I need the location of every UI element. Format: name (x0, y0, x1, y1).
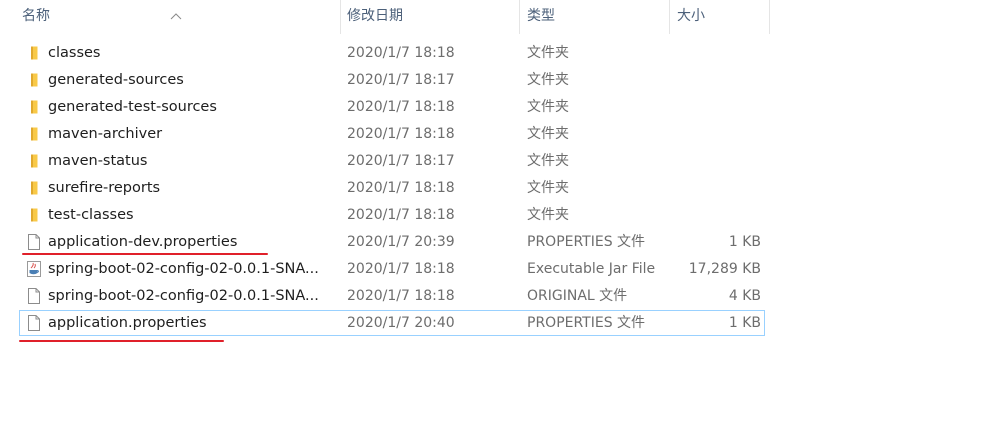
file-type: Executable Jar File (527, 261, 656, 277)
file-size (670, 41, 761, 65)
file-row[interactable]: application.properties 2020/1/7 20:40 PROP… (19, 310, 765, 336)
file-size (670, 149, 761, 173)
file-row[interactable]: maven-archiver 2020/1/7 18:18 文件夹 (19, 121, 765, 147)
column-header-type[interactable]: 类型 (520, 0, 669, 34)
file-row[interactable]: classes 2020/1/7 18:18 文件夹 (19, 40, 765, 66)
file-type: 文件夹 (527, 72, 569, 88)
column-divider[interactable] (769, 0, 770, 34)
file-row[interactable]: generated-sources 2020/1/7 18:17 文件夹 (19, 67, 765, 93)
file-name: generated-sources (48, 72, 184, 88)
column-header-size-label: 大小 (677, 8, 705, 24)
file-date-modified: 2020/1/7 18:18 (347, 288, 455, 304)
file-name: maven-status (48, 153, 148, 169)
file-explorer-details-view: 名称 修改日期 类型 大小 classes 2020/1/7 18:18 文件夹 ge… (0, 0, 1007, 426)
file-size (670, 95, 761, 119)
file-date-modified: 2020/1/7 18:17 (347, 72, 455, 88)
file-size: 4 KB (728, 288, 761, 304)
file-name: spring-boot-02-config-02-0.0.1-SNA... (48, 261, 319, 277)
file-date-modified: 2020/1/7 18:18 (347, 207, 455, 223)
file-size: 17,289 KB (688, 261, 761, 277)
file-type: ORIGINAL 文件 (527, 288, 628, 304)
file-row[interactable]: maven-status 2020/1/7 18:17 文件夹 (19, 148, 765, 174)
file-type: 文件夹 (527, 99, 569, 115)
file-row[interactable]: application-dev.properties 2020/1/7 20:39… (19, 229, 765, 255)
file-type: 文件夹 (527, 126, 569, 142)
column-header-type-label: 类型 (527, 8, 555, 24)
column-header-name[interactable]: 名称 (0, 0, 340, 34)
file-date-modified: 2020/1/7 18:18 (347, 45, 455, 61)
file-icon (26, 288, 42, 304)
file-type: 文件夹 (527, 207, 569, 223)
file-row[interactable]: test-classes 2020/1/7 18:18 文件夹 (19, 202, 765, 228)
file-name: spring-boot-02-config-02-0.0.1-SNA... (48, 288, 319, 304)
chevron-up-icon (170, 0, 182, 20)
folder-icon (26, 180, 42, 196)
file-type: 文件夹 (527, 180, 569, 196)
file-type: 文件夹 (527, 153, 569, 169)
file-name: surefire-reports (48, 180, 161, 196)
folder-icon (26, 207, 42, 223)
annotation-underline (19, 340, 224, 342)
file-date-modified: 2020/1/7 18:18 (347, 261, 455, 277)
file-size (670, 68, 761, 92)
file-icon (26, 234, 42, 250)
file-icon (26, 315, 42, 331)
java-jar-icon (26, 261, 42, 277)
file-date-modified: 2020/1/7 20:39 (347, 234, 455, 250)
file-size (670, 122, 761, 146)
file-row[interactable]: spring-boot-02-config-02-0.0.1-SNA... 202… (19, 256, 765, 282)
file-size: 1 KB (728, 315, 761, 331)
file-type: PROPERTIES 文件 (527, 315, 646, 331)
column-header-date-label: 修改日期 (347, 8, 403, 24)
folder-icon (26, 72, 42, 88)
column-header-name-label: 名称 (22, 8, 50, 24)
file-type: 文件夹 (527, 45, 569, 61)
file-name: test-classes (48, 207, 134, 223)
folder-icon (26, 99, 42, 115)
file-name: generated-test-sources (48, 99, 217, 115)
column-header-size[interactable]: 大小 (670, 0, 769, 34)
file-size (670, 203, 761, 227)
folder-icon (26, 45, 42, 61)
annotation-underline (22, 253, 268, 255)
file-row[interactable]: spring-boot-02-config-02-0.0.1-SNA... 202… (19, 283, 765, 309)
file-date-modified: 2020/1/7 18:17 (347, 153, 455, 169)
file-row[interactable]: generated-test-sources 2020/1/7 18:18 文件夹 (19, 94, 765, 120)
file-name: classes (48, 45, 101, 61)
file-name: application.properties (48, 315, 207, 331)
folder-icon (26, 153, 42, 169)
file-size: 1 KB (728, 234, 761, 250)
file-type: PROPERTIES 文件 (527, 234, 646, 250)
file-name: maven-archiver (48, 126, 163, 142)
file-date-modified: 2020/1/7 20:40 (347, 315, 455, 331)
file-row[interactable]: surefire-reports 2020/1/7 18:18 文件夹 (19, 175, 765, 201)
folder-icon (26, 126, 42, 142)
file-date-modified: 2020/1/7 18:18 (347, 126, 455, 142)
file-size (670, 176, 761, 200)
column-header-date[interactable]: 修改日期 (341, 0, 519, 34)
column-header: 名称 修改日期 类型 大小 (0, 0, 770, 34)
file-date-modified: 2020/1/7 18:18 (347, 99, 455, 115)
file-name: application-dev.properties (48, 234, 238, 250)
file-date-modified: 2020/1/7 18:18 (347, 180, 455, 196)
